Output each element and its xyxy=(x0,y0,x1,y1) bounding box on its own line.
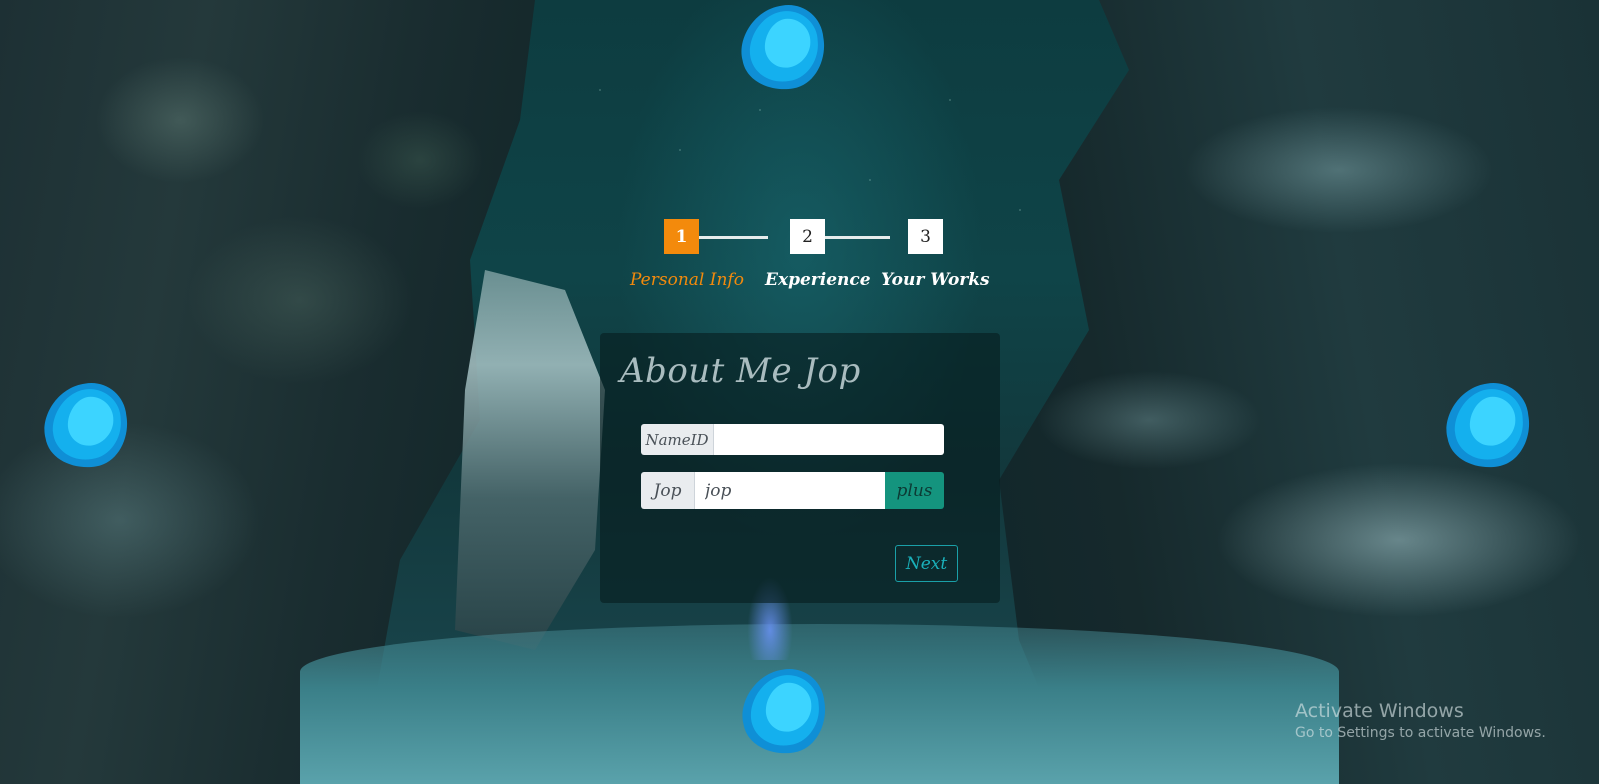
blob-icon-bottom xyxy=(736,664,830,758)
step-1-label: Personal Info xyxy=(630,270,744,290)
step-1-box[interactable]: 1 xyxy=(664,219,699,254)
job-group: Jop plus xyxy=(641,472,944,509)
blob-icon-top xyxy=(735,0,829,94)
step-2-box[interactable]: 2 xyxy=(790,219,825,254)
snowy-rock xyxy=(455,270,605,650)
watermark-subtitle: Go to Settings to activate Windows. xyxy=(1295,725,1546,741)
blob-icon-right xyxy=(1440,378,1534,472)
next-button[interactable]: Next xyxy=(895,545,958,582)
watermark-title: Activate Windows xyxy=(1295,700,1464,722)
name-id-input[interactable] xyxy=(714,424,944,455)
name-id-prefix: NameID xyxy=(641,424,714,455)
name-id-group: NameID xyxy=(641,424,944,455)
form-title: About Me Jop xyxy=(620,351,861,391)
step-3-box[interactable]: 3 xyxy=(908,219,943,254)
plus-button[interactable]: plus xyxy=(885,472,944,509)
blob-icon-left xyxy=(38,378,132,472)
windows-activation-watermark: Activate Windows Go to Settings to activ… xyxy=(1295,700,1546,741)
about-me-form: About Me Jop NameID Jop plus Next xyxy=(600,333,1000,603)
progress-stepper: 1 2 3 Personal Info Experience Your Work… xyxy=(615,219,990,299)
job-prefix: Jop xyxy=(641,472,695,509)
step-2-label: Experience xyxy=(765,270,871,290)
job-input[interactable] xyxy=(695,472,885,509)
step-3-label: Your Works xyxy=(881,270,990,290)
